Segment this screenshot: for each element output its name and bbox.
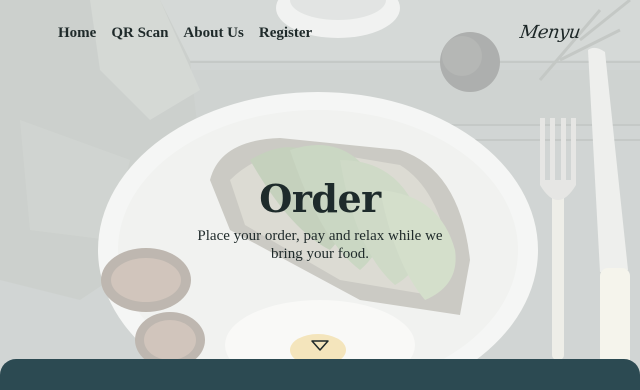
page-title: Order [259, 176, 381, 221]
next-section-panel [0, 359, 640, 390]
hero-subtitle: Place your order, pay and relax while we… [197, 228, 443, 262]
scroll-down-button[interactable] [311, 339, 329, 351]
triangle-down-icon [311, 340, 329, 351]
nav-home[interactable]: Home [58, 25, 96, 42]
nav-register[interactable]: Register [259, 25, 312, 42]
nav-qr-scan[interactable]: QR Scan [111, 25, 168, 42]
brand-logo[interactable]: Menyu [519, 22, 582, 43]
main-nav: Home QR Scan About Us Register [58, 25, 312, 42]
nav-about-us[interactable]: About Us [183, 25, 243, 42]
